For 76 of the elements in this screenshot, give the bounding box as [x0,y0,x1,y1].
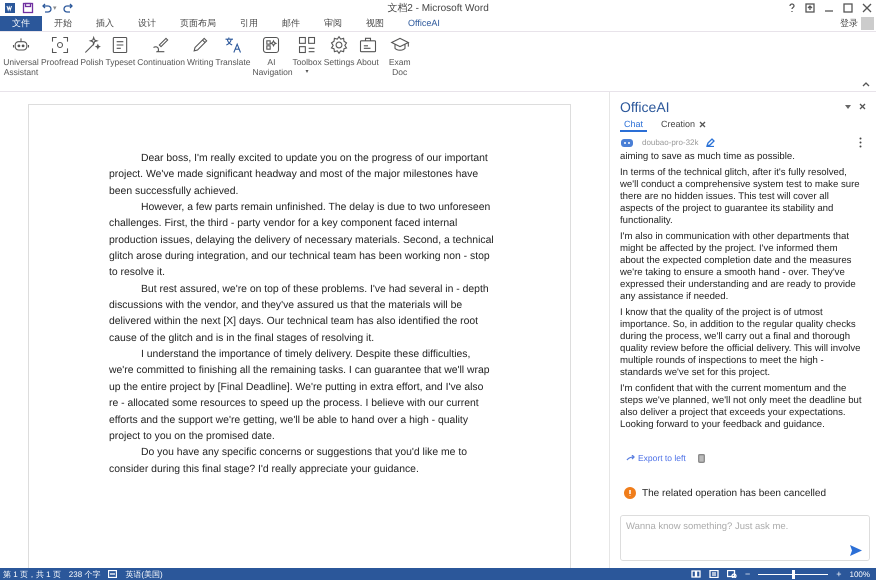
ribbon-button[interactable]: Continuation [136,35,186,67]
dropdown-icon[interactable] [845,104,851,108]
page-count[interactable]: 第 1 页，共 1 页 [3,568,61,580]
ribbon-button[interactable]: Settings [322,35,356,67]
pane-tab[interactable]: Chat [620,118,648,132]
copy-icon[interactable] [698,454,705,462]
robot-icon [620,137,634,147]
ribbon-tab[interactable]: 邮件 [270,16,312,31]
gear-icon [329,35,350,55]
ribbon-tab[interactable]: 设计 [126,16,168,31]
scan-frame-icon [50,35,70,55]
ribbon-button[interactable]: Writing [186,35,214,67]
ribbon-tab[interactable]: 审阅 [312,16,354,31]
paragraph: Dear boss, I'm really excited to update you on the progress of our important project. We've made significant headway and most of the major milestones have been successfully achieved. [109,152,489,199]
ribbon-button[interactable]: Translate [214,35,252,67]
ribbon-tab[interactable]: 开始 [42,16,84,31]
export-to-left-link[interactable]: Export to left [626,453,686,463]
ribbon-button[interactable]: Typeset [104,35,136,67]
undo-icon[interactable] [40,2,52,14]
help-icon[interactable] [788,3,796,13]
more-icon[interactable] [859,136,862,148]
save-icon[interactable] [22,2,34,14]
ribbon-button[interactable]: AI Navigation [251,35,292,77]
model-name: doubao-pro-32k [642,138,698,146]
ribbon-tab[interactable]: 页面布局 [168,16,228,31]
window-title: 文档2 - Microsoft Word [387,2,489,15]
edit-icon[interactable] [706,138,716,146]
collapse-ribbon-icon[interactable] [862,81,870,87]
ribbon-tab[interactable]: OfficeAI [396,16,452,31]
maximize-icon[interactable] [843,3,853,13]
ribbon-button[interactable]: Universal Assistant [2,35,40,77]
message-paragraph: In terms of the technical glitch, after it's fully resolved, we'll conduct a comprehensive system test to make sure there are no hidden issues. This test will cover all aspects of the project to guarantee its stability and functionality. [620,167,861,227]
message-paragraph: aiming to save as much time as possible. [620,151,796,163]
close-icon[interactable] [859,103,866,110]
send-icon[interactable] [850,545,862,556]
sign-in-link[interactable]: 登录 [840,17,858,30]
pane-title: OfficeAI [620,98,670,114]
word-icon [4,2,16,14]
web-layout-icon[interactable] [727,570,737,578]
chat-input-field[interactable]: Wanna know something? Just ask me. [620,515,870,561]
language[interactable]: 英语(美国) [125,568,163,580]
message-paragraph: I'm confident that with the current momentum and the steps we've planned, we'll not only meet the deadline but also deliver a project that exceeds your expectations. Looking forward to your feedback and guidance. [620,383,862,431]
paragraph: Do you have any specific concerns or suggestions that you'd like me to consider during this final stage? I'd really appreciate your guidance. [109,446,468,477]
paragraph: But rest assured, we're on top of these problems. I've had several in - depth discussions with the vendor, and they've assured us that the materials will be delivered within the next [X] days. Our technical team has also identified the root cause of the glitch and is in the final stages of resolving it. [109,282,490,346]
warning-icon [624,487,636,499]
read-mode-icon[interactable] [691,570,701,578]
zoom-in-button[interactable]: + [836,569,842,579]
print-layout-icon[interactable] [709,570,719,578]
word-count[interactable]: 238 个字 [68,568,100,580]
grid-icon [297,35,318,55]
close-icon[interactable] [862,3,872,13]
file-tab[interactable]: 文件 [0,16,42,31]
zoom-level[interactable]: 100% [850,570,870,578]
redo-icon[interactable] [63,2,75,14]
paragraph: I understand the importance of timely delivery. Despite these difficulties, we're committed to finishing all the remaining tasks. I can guarantee that we'll wrap up the entire project by [Final Deadline]. We're putting in extra effort, and I've also re - allocated some resources to speed up the process. I believe with our current efforts and the support we're getting, we'll be able to hand over a high - quality project to you on the promised date. [109,348,491,444]
paragraph: However, a few parts remain unfinished. The delay is due to two unforeseen challenges. First, the third - party vendor for a key component faced internal production issues, delaying the delivery of necessary materials. Second, a technical glitch arose during integration, and our technical team has been working non - stop to resolve it. [109,201,495,280]
translate-icon [222,35,243,55]
ribbon-tab[interactable]: 引用 [228,16,270,31]
ribbon-display-icon[interactable] [805,3,815,13]
ribbon-button[interactable]: About [355,35,380,67]
notice-text: The related operation has been cancelled [642,488,826,498]
export-icon [626,454,635,462]
ribbon-tab[interactable]: 插入 [84,16,126,31]
close-icon[interactable] [699,120,706,128]
ai-grid-icon [261,35,282,55]
message-paragraph: I'm also in communication with other departments that might be affected by the project. I've informed them about the expected completion date and the measures we're taking to ensure a smooth hand - over. They've expressed their understanding and are ready to provide any assistance if needed. [620,231,857,303]
ribbon-button[interactable]: Proofread [40,35,80,67]
ribbon-button[interactable]: Exam Doc [380,35,420,77]
ribbon-button[interactable]: Polish [79,35,104,67]
ribbon-tab[interactable]: 视图 [354,16,396,31]
pane-tab[interactable]: Creation [657,118,710,130]
zoom-slider-thumb[interactable] [792,570,796,578]
message-paragraph: I know that the quality of the project is of utmost importance. So, in addition to the regular quality checks during the process, we'll carry out a final and thorough quality review before the official delivery. This will involve multiple rounds of inspections to meet the high - standards we've set for this project. [620,307,862,379]
briefcase-icon [358,35,378,55]
zoom-out-button[interactable]: − [745,569,750,579]
proofing-icon[interactable] [108,570,118,578]
